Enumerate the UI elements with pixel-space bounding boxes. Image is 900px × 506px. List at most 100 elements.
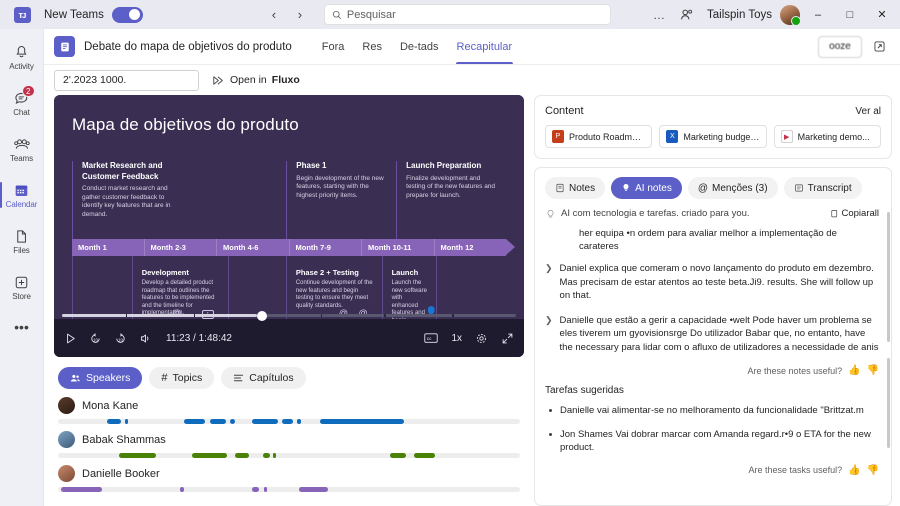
playback-speed[interactable]: 1x	[451, 333, 462, 344]
speaker-segment	[106, 419, 122, 424]
avatar	[58, 465, 75, 482]
forward-icon[interactable]: ›	[289, 4, 311, 26]
chevron-right-icon[interactable]: ❯	[545, 263, 553, 303]
tab-notes[interactable]: Notes	[545, 177, 606, 199]
speaker-segment	[264, 487, 268, 492]
at-icon: @	[697, 182, 708, 194]
sidebar-item-calendar[interactable]: Calendar	[0, 173, 44, 217]
task-item: Danielle vai alimentar-se no melhorament…	[545, 404, 879, 418]
meeting-action-button[interactable]: ooze	[818, 35, 862, 58]
sidebar-more-apps[interactable]: •••	[14, 319, 29, 335]
notes-scrollbar-lower[interactable]	[887, 358, 890, 448]
tab-capitulos[interactable]: Capítulos	[221, 367, 306, 389]
task-item: Jon Shames Vai dobrar marcar com Amanda …	[545, 428, 879, 455]
app-rail: Activity 2 Chat Teams Calendar Files Sto…	[0, 29, 44, 506]
people-icon[interactable]	[675, 4, 699, 26]
speaker-segment	[252, 419, 278, 424]
video-scrubber[interactable]	[62, 310, 516, 321]
speaker-segment	[235, 453, 249, 458]
meeting-notes-icon	[54, 36, 75, 57]
roadmap-heading: Phase 2 + Testing	[295, 268, 359, 277]
popout-icon[interactable]	[869, 36, 890, 57]
speaker-track[interactable]	[58, 453, 520, 458]
notes-scrollbar[interactable]	[887, 212, 890, 342]
speaker-name: Danielle Booker	[82, 467, 160, 480]
content-title: Content	[545, 105, 584, 117]
roadmap-heading: Phase 1	[296, 161, 327, 170]
slide-title: Mapa de objetivos do produto	[72, 115, 299, 134]
captions-icon[interactable]: cc	[424, 332, 439, 344]
maximize-button[interactable]: □	[836, 0, 864, 29]
gear-icon[interactable]	[475, 332, 488, 345]
notes-scroll-area[interactable]: AI com tecnologia e tarefas. criado para…	[535, 208, 891, 505]
sidebar-item-teams[interactable]: Teams	[0, 127, 44, 171]
date-input[interactable]: 2'.2023 1000.	[54, 69, 199, 91]
new-teams-toggle[interactable]	[111, 6, 143, 23]
tab-mencoes[interactable]: @ Menções (3)	[687, 177, 778, 199]
sidebar-item-activity[interactable]: Activity	[0, 35, 44, 79]
tab-recapitular[interactable]: Recapitular	[448, 29, 522, 64]
timeline-month: Month 4-6	[217, 239, 290, 256]
main-area: Debate do mapa de objetivos do produto F…	[44, 29, 900, 506]
speaker-segment	[125, 419, 129, 424]
play-icon[interactable]	[64, 332, 77, 345]
tab-topics[interactable]: # Topics	[149, 367, 215, 389]
open-in-label: Open in	[230, 74, 267, 86]
sub-toolbar: 2'.2023 1000. Open in Fluxo	[44, 65, 900, 95]
chevron-right-icon[interactable]: ❯	[545, 315, 553, 355]
tab-res[interactable]: Res	[353, 29, 391, 64]
search-input[interactable]: Pesquisar	[323, 4, 611, 25]
meeting-video-player[interactable]: Mapa de objetivos do produto Market Rese…	[54, 95, 524, 357]
tab-speakers[interactable]: Speakers	[58, 367, 143, 389]
thumbs-up-icon[interactable]: 👍	[848, 365, 860, 376]
roadmap-block-launch-prep: Launch Preparation Finalize development …	[396, 161, 506, 239]
titlebar-right: … Tailspin Toys – □ ✕	[647, 0, 900, 29]
speaker-segment	[413, 453, 435, 458]
list-icon	[234, 374, 244, 382]
user-avatar[interactable]	[780, 4, 801, 26]
speaker-segment	[389, 453, 407, 458]
video-controls: 10 10 11:23 / 1:48:42 cc 1x	[54, 310, 524, 357]
more-options-icon[interactable]: …	[647, 4, 671, 26]
timeline-month: Month 1	[72, 239, 145, 256]
roadmap-heading: Launch Preparation	[406, 161, 482, 170]
volume-icon[interactable]	[139, 332, 152, 345]
task-text: Jon Shames Vai dobrar marcar com Amanda …	[560, 428, 871, 454]
see-all-link[interactable]: Ver al	[855, 106, 881, 117]
tab-label: Transcript	[807, 182, 852, 194]
tab-transcript[interactable]: Transcript	[783, 177, 862, 199]
tab-fora[interactable]: Fora	[313, 29, 354, 64]
open-in-flow-button[interactable]: Open in Fluxo	[212, 74, 300, 87]
speaker-segment	[252, 487, 260, 492]
org-name: Tailspin Toys	[707, 8, 772, 21]
speaker-name: Babak Shammas	[82, 433, 166, 446]
file-chip-video[interactable]: ▶ Marketing demo...	[773, 125, 881, 148]
sidebar-item-files[interactable]: Files	[0, 219, 44, 263]
copy-all-button[interactable]: Copiarall	[829, 208, 879, 219]
plus-box-icon	[14, 274, 29, 291]
thumbs-down-icon[interactable]: 👎	[867, 365, 879, 376]
speaker-segment	[281, 419, 293, 424]
sidebar-item-store[interactable]: Store	[0, 265, 44, 309]
roadmap-body: Continue development of the new features…	[295, 280, 373, 309]
speaker-track[interactable]	[58, 419, 520, 424]
fullscreen-icon[interactable]	[501, 332, 514, 345]
minimize-button[interactable]: –	[804, 0, 832, 29]
tab-detalhes[interactable]: De-tads	[391, 29, 448, 64]
tab-ai-notes[interactable]: AI notes	[611, 177, 682, 199]
scrubber-handle[interactable]	[257, 310, 268, 321]
close-button[interactable]: ✕	[868, 0, 896, 29]
hash-icon: #	[161, 372, 168, 384]
file-chip-xls[interactable]: X Marketing budget...	[659, 125, 767, 148]
file-chip-ppt[interactable]: P Produto Roadmap...	[545, 125, 653, 148]
ai-note-item: ❯ Daniel explica que comeram o novo lanç…	[545, 262, 879, 303]
thumbs-down-icon[interactable]: 👎	[867, 465, 879, 476]
back-icon[interactable]: ‹	[263, 4, 285, 26]
thumbs-up-icon[interactable]: 👍	[848, 465, 860, 476]
file-chip-list: P Produto Roadmap... X Marketing budget.…	[545, 125, 881, 148]
speaker-track[interactable]	[58, 487, 520, 492]
sidebar-item-chat[interactable]: 2 Chat	[0, 81, 44, 125]
sidebar-label-activity: Activity	[9, 61, 34, 71]
forward-10-icon[interactable]: 10	[114, 332, 127, 345]
rewind-10-icon[interactable]: 10	[89, 332, 102, 345]
